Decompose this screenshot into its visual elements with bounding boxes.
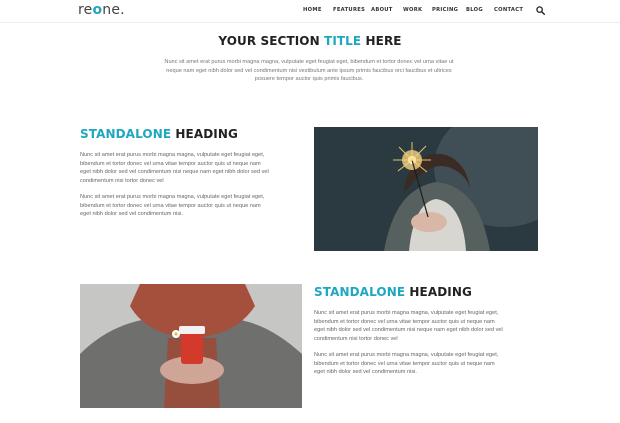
paragraph-line: bibendum et tortor donec vel urna vitae … xyxy=(80,202,261,209)
coffee-cup-photo xyxy=(80,284,302,408)
top-navigation-bar: reone. HOME FEATURES ABOUT WORK PRICING … xyxy=(0,0,620,23)
block-2-paragraph-2: Nunc sit amet erat purus morbi magna mag… xyxy=(314,351,544,377)
nav-item-features[interactable]: FEATURES xyxy=(333,7,365,13)
section-title-accent: TITLE xyxy=(324,34,362,48)
paragraph-line: eget nibh dolor sed vel condimentum nisi… xyxy=(314,327,503,334)
section-description-line: posuere tempor auctor quis primis faucib… xyxy=(254,76,364,82)
sparkler-photo xyxy=(314,127,538,251)
nav-item-home[interactable]: HOME xyxy=(303,7,322,13)
section-title: YOUR SECTION TITLE HERE xyxy=(0,34,620,48)
nav-item-blog[interactable]: BLOG xyxy=(466,7,483,13)
heading-rest: HEADING xyxy=(405,285,472,299)
main-nav: HOME FEATURES ABOUT WORK PRICING BLOG CO… xyxy=(0,6,620,17)
nav-item-pricing[interactable]: PRICING xyxy=(432,7,458,13)
paragraph-line: condimentum nisi tortor donec vel xyxy=(314,335,398,342)
block-1-paragraph-2: Nunc sit amet erat purus morbi magna mag… xyxy=(80,193,310,219)
paragraph-line: bibendum et tortor donec vel urna vitae … xyxy=(314,360,495,367)
paragraph-line: eget nibh dolor sed vel condimentum nisi… xyxy=(80,169,269,176)
paragraph-line: eget nibh dolor sed vel condimentum nisi… xyxy=(314,369,417,376)
paragraph-line: Nunc sit amet erat purus morbi magna mag… xyxy=(80,194,265,200)
paragraph-line: bibendum et tortor donec vel urna vitae … xyxy=(80,160,261,167)
block-2-paragraph-1: Nunc sit amet erat purus morbi magna mag… xyxy=(314,309,544,343)
section-title-suffix: HERE xyxy=(361,34,402,48)
heading-rest: HEADING xyxy=(171,127,238,141)
standalone-heading-1: STANDALONE HEADING xyxy=(80,127,238,141)
paragraph-line: condimentum nisi tortor donec vel xyxy=(80,177,164,184)
sparkler-photo-illustration xyxy=(314,127,538,251)
heading-accent: STANDALONE xyxy=(80,127,172,141)
nav-item-about[interactable]: ABOUT xyxy=(371,7,393,13)
nav-item-work[interactable]: WORK xyxy=(403,7,422,13)
section-description-line: Nunc sit amet erat purus morbi magna mag… xyxy=(164,59,454,65)
paragraph-line: Nunc sit amet erat purus morbi magna mag… xyxy=(314,352,499,358)
paragraph-line: bibendum et tortor donec vel urna vitae … xyxy=(314,318,495,325)
section-description-line: neque nam eget nibh dolor sed vel condim… xyxy=(166,67,452,74)
paragraph-line: eget nibh dolor sed vel condimentum nisi… xyxy=(80,211,183,218)
standalone-heading-2: STANDALONE HEADING xyxy=(314,285,472,299)
paragraph-line: Nunc sit amet erat purus morbi magna mag… xyxy=(314,310,499,316)
block-1-paragraph-1: Nunc sit amet erat purus morbi magna mag… xyxy=(80,151,310,185)
paragraph-line: Nunc sit amet erat purus morbi magna mag… xyxy=(80,152,265,158)
section-description: Nunc sit amet erat purus morbi magna mag… xyxy=(138,58,480,84)
coffee-cup-photo-illustration xyxy=(80,284,302,408)
section-title-prefix: YOUR SECTION xyxy=(218,34,325,48)
nav-item-contact[interactable]: CONTACT xyxy=(494,7,523,13)
heading-accent: STANDALONE xyxy=(314,285,406,299)
search-icon[interactable] xyxy=(536,6,545,15)
